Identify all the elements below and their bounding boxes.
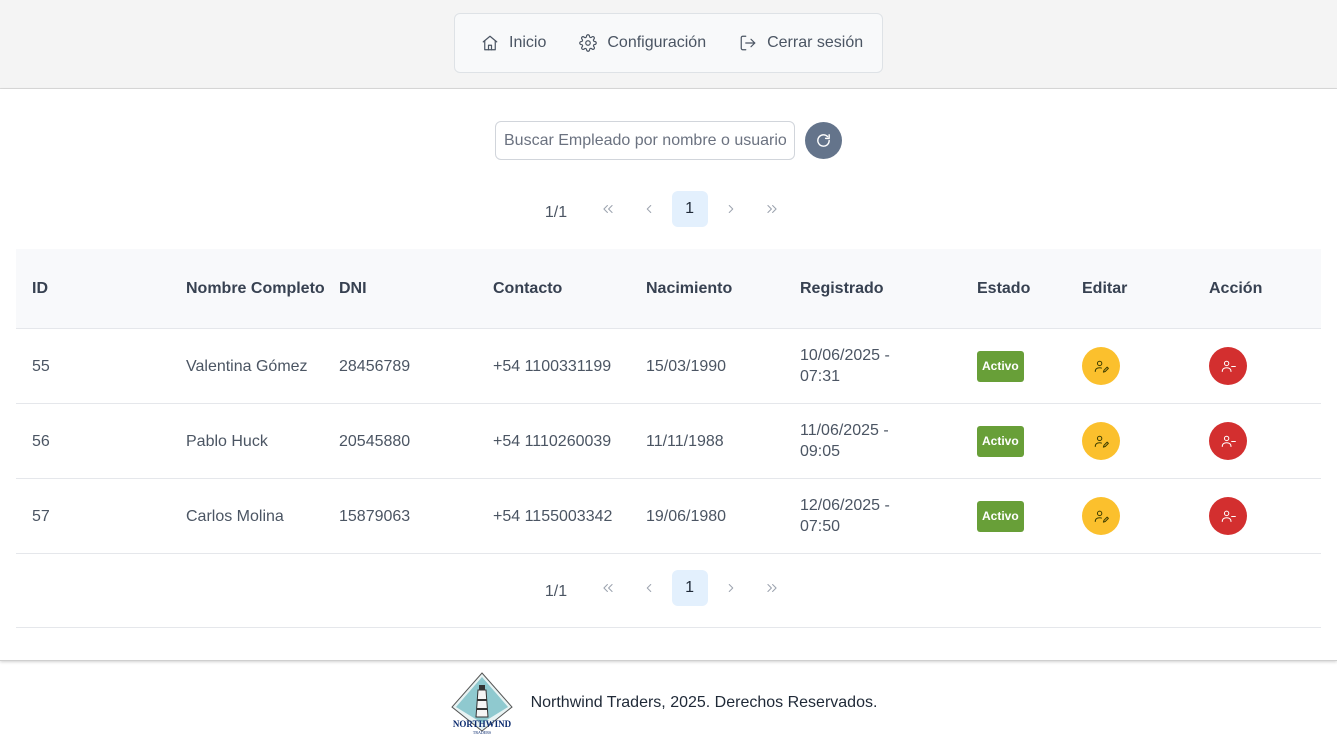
- menu-item-label: Inicio: [509, 34, 547, 51]
- deactivate-employee-button[interactable]: [1209, 347, 1247, 385]
- double-chevron-left-icon: [603, 583, 613, 593]
- refresh-icon: [817, 134, 830, 147]
- svg-text:TRADERS: TRADERS: [472, 730, 490, 735]
- page-1-button[interactable]: 1: [671, 570, 708, 606]
- menu-item-label: Configuración: [607, 34, 707, 51]
- user-edit-icon: [1094, 510, 1109, 523]
- page-report: 1/1: [544, 583, 568, 600]
- menubar: Inicio Configuración Cerrar sesión: [454, 13, 883, 73]
- sign-out-icon: [740, 35, 756, 51]
- cell-contact: +54 1100331199: [493, 357, 612, 375]
- chevron-left-icon: [646, 583, 651, 593]
- refresh-button[interactable]: [805, 122, 842, 159]
- cell-edit: [1082, 422, 1209, 460]
- chevron-left-icon: [646, 204, 651, 214]
- first-page-button[interactable]: [590, 191, 626, 227]
- cell-id: 56: [32, 432, 50, 450]
- cell-edit: [1082, 347, 1209, 385]
- paginator-top: 1/1 1: [0, 190, 1337, 228]
- next-page-button[interactable]: [713, 570, 749, 606]
- page-1-button[interactable]: 1: [671, 191, 708, 227]
- menu-item-cerrar-sesion[interactable]: Cerrar sesión: [739, 34, 863, 52]
- prev-page-button[interactable]: [631, 191, 667, 227]
- user-minus-icon: [1221, 510, 1236, 522]
- table-row: 57 Carlos Molina 15879063 +54 1155003342…: [16, 479, 1321, 554]
- double-chevron-left-icon: [603, 204, 613, 214]
- menu-item-configuracion[interactable]: Configuración: [579, 34, 706, 52]
- cell-dni: 15879063: [339, 507, 411, 525]
- cell-action: [1209, 422, 1321, 460]
- home-icon: [482, 35, 498, 51]
- header-state[interactable]: Estado: [977, 277, 1082, 300]
- user-minus-icon: [1221, 360, 1236, 372]
- cell-name: Valentina Gómez: [186, 357, 308, 375]
- table-row: 55 Valentina Gómez 28456789 +54 11003311…: [16, 329, 1321, 404]
- cell-action: [1209, 347, 1321, 385]
- deactivate-employee-button[interactable]: [1209, 497, 1247, 535]
- header-edit: Editar: [1082, 280, 1128, 297]
- gear-icon: [579, 34, 598, 52]
- cell-contact: +54 1110260039: [493, 432, 612, 450]
- cell-id: 57: [32, 507, 50, 525]
- last-page-button[interactable]: [754, 570, 790, 606]
- menu-item-inicio[interactable]: Inicio: [481, 34, 546, 52]
- cell-registered: 11/06/2025 - 09:05: [800, 422, 889, 460]
- deactivate-employee-button[interactable]: [1209, 422, 1247, 460]
- prev-page-button[interactable]: [631, 570, 667, 606]
- double-chevron-right-icon: [767, 204, 777, 214]
- status-badge: Activo: [977, 425, 1024, 457]
- cell-contact: +54 1155003342: [493, 507, 613, 525]
- status-badge: Activo: [977, 350, 1024, 382]
- table-header: ID Nombre Completo DNI Contacto Nacimien…: [16, 249, 1321, 329]
- user-edit-icon: [1094, 360, 1109, 373]
- table-row: 56 Pablo Huck 20545880 +54 1110260039 11…: [16, 404, 1321, 479]
- menu-item-label: Cerrar sesión: [767, 34, 864, 51]
- next-page-button[interactable]: [713, 191, 749, 227]
- header-contact[interactable]: Contacto: [493, 277, 646, 300]
- cell-registered: 10/06/2025 - 07:31: [800, 347, 890, 385]
- employees-card: 1/1 1 ID Nombre Completo DNI Contacto Na…: [0, 89, 1337, 661]
- header-birth[interactable]: Nacimiento: [646, 277, 800, 300]
- edit-employee-button[interactable]: [1082, 347, 1120, 385]
- footer: NORTHWIND TRADERS Northwind Traders, 202…: [0, 661, 1337, 745]
- top-bar: Inicio Configuración Cerrar sesión: [0, 0, 1337, 89]
- footer-copyright: Northwind Traders, 2025. Derechos Reserv…: [530, 694, 878, 711]
- double-chevron-right-icon: [767, 583, 777, 593]
- header-id[interactable]: ID: [16, 277, 186, 300]
- user-edit-icon: [1094, 435, 1109, 448]
- header-name[interactable]: Nombre Completo: [186, 277, 339, 300]
- cell-name: Pablo Huck: [186, 432, 268, 450]
- cell-birth: 11/11/1988: [646, 432, 724, 450]
- chevron-right-icon: [728, 583, 733, 593]
- svg-text:NORTHWIND: NORTHWIND: [452, 719, 511, 729]
- page-report: 1/1: [544, 204, 568, 221]
- cell-registered: 12/06/2025 - 07:50: [800, 497, 890, 535]
- cell-dni: 20545880: [339, 432, 411, 450]
- cell-edit: [1082, 497, 1209, 535]
- first-page-button[interactable]: [590, 570, 626, 606]
- edit-employee-button[interactable]: [1082, 497, 1120, 535]
- cell-name: Carlos Molina: [186, 507, 284, 525]
- chevron-right-icon: [728, 204, 733, 214]
- edit-employee-button[interactable]: [1082, 422, 1120, 460]
- cell-id: 55: [32, 357, 50, 375]
- cell-state: Activo: [977, 425, 1082, 457]
- cell-dni: 28456789: [339, 357, 411, 375]
- last-page-button[interactable]: [754, 191, 790, 227]
- cell-birth: 19/06/1980: [646, 507, 727, 525]
- header-registered[interactable]: Registrado: [800, 277, 977, 300]
- status-badge: Activo: [977, 500, 1024, 532]
- search-input[interactable]: [495, 121, 795, 160]
- user-minus-icon: [1221, 435, 1236, 447]
- cell-birth: 15/03/1990: [646, 357, 727, 375]
- northwind-logo: NORTHWIND TRADERS: [450, 672, 513, 735]
- paginator-bottom: 1/1 1: [0, 569, 1337, 607]
- cell-state: Activo: [977, 350, 1082, 382]
- cell-state: Activo: [977, 500, 1082, 532]
- cell-action: [1209, 497, 1321, 535]
- header-action: Acción: [1209, 280, 1263, 297]
- header-dni[interactable]: DNI: [339, 277, 493, 300]
